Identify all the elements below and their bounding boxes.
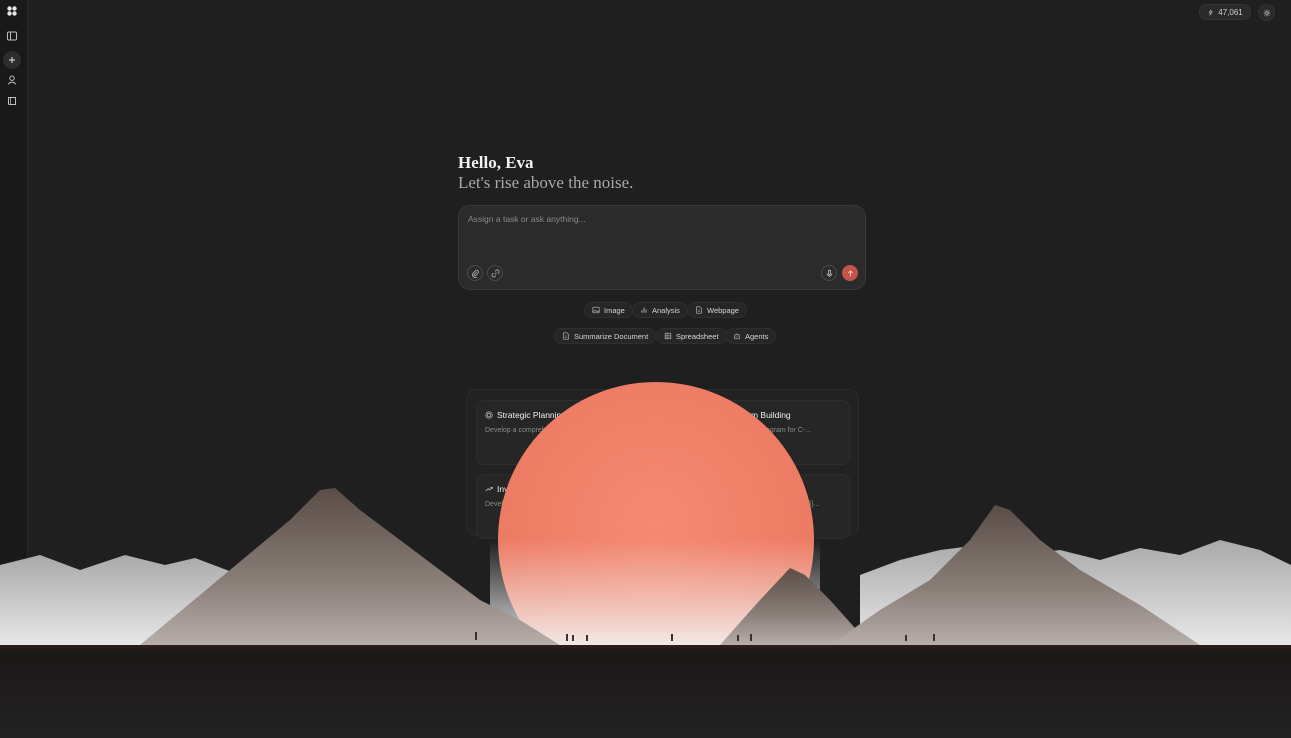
card-title: Digital Transformation — [693, 484, 776, 494]
chip-label: Image — [604, 305, 625, 315]
arrow-up-icon — [847, 269, 853, 276]
greeting-title: Hello, Eva — [458, 153, 534, 172]
right-peak — [830, 505, 1200, 645]
microphone-icon — [826, 269, 832, 277]
far-mountains-left — [0, 555, 320, 645]
greeting-tagline: Let's rise above the noise. — [458, 173, 634, 192]
card-title: Investment Strategy — [497, 484, 573, 494]
card-description: Digital transformation strategy {{compan… — [681, 501, 820, 508]
card-digital-transformation[interactable]: Digital Transformation Digital transform… — [672, 474, 850, 539]
card-description: Develop an investment strategy — [485, 501, 584, 508]
card-investment-strategy[interactable]: Investment Strategy Develop an investmen… — [476, 474, 654, 539]
chip-label: Summarize Document — [574, 331, 649, 341]
new-task-button[interactable] — [3, 51, 21, 69]
sun-haze — [490, 540, 820, 645]
send-button[interactable] — [842, 265, 858, 281]
suggestion-cards: Strategic Planning Develop a comprehensi… — [466, 389, 859, 539]
document-icon — [563, 332, 569, 340]
card-description: Develop a comprehensive five-year strate… — [485, 427, 639, 434]
card-title: Leadership Team Building — [693, 410, 791, 420]
task-composer — [458, 205, 866, 290]
chip-webpage[interactable]: Webpage — [687, 302, 747, 318]
chip-summarize-document[interactable]: Summarize Document — [554, 328, 657, 344]
chip-image[interactable]: Image — [584, 302, 633, 318]
spark-icon — [1208, 9, 1214, 15]
chip-label: Analysis — [652, 305, 680, 315]
card-title: Strategic Planning — [497, 410, 566, 420]
chip-agents[interactable]: Agents — [725, 328, 777, 344]
trend-up-icon — [485, 487, 493, 492]
microphone-button[interactable] — [821, 265, 837, 281]
paperclip-icon — [471, 269, 479, 278]
transform-icon — [681, 486, 689, 492]
tiny-figures — [475, 632, 935, 641]
sidebar — [0, 0, 28, 738]
grid-icon — [664, 332, 672, 340]
bar-chart-icon — [641, 307, 647, 313]
page-icon — [696, 306, 702, 314]
plus-icon — [9, 57, 15, 63]
card-description: Leadership development program for C-... — [681, 427, 811, 434]
link-icon — [491, 269, 499, 277]
chip-analysis[interactable]: Analysis — [632, 302, 688, 318]
task-input[interactable] — [468, 214, 848, 224]
agent-icon[interactable] — [4, 72, 20, 88]
far-mountains-right — [860, 540, 1291, 645]
robot-icon — [734, 333, 740, 340]
chip-spreadsheet[interactable]: Spreadsheet — [656, 328, 727, 344]
attach-button[interactable] — [467, 265, 483, 281]
chip-label: Spreadsheet — [676, 331, 719, 341]
card-leadership-team-building[interactable]: Leadership Team Building Leadership deve… — [672, 400, 850, 465]
book-icon[interactable] — [4, 93, 20, 109]
credits-badge[interactable]: 47,061 — [1199, 4, 1251, 20]
gear-icon — [1263, 9, 1270, 16]
target-icon — [485, 411, 493, 419]
panel-icon[interactable] — [4, 28, 20, 44]
chip-label: Agents — [745, 331, 769, 341]
ground — [0, 645, 1291, 738]
settings-button[interactable] — [1258, 4, 1275, 21]
card-strategic-planning[interactable]: Strategic Planning Develop a comprehensi… — [476, 400, 654, 465]
credits-value: 47,061 — [1218, 7, 1243, 17]
chip-label: Webpage — [707, 305, 739, 315]
link-button[interactable] — [487, 265, 503, 281]
users-icon — [681, 412, 687, 419]
center-peak — [720, 568, 870, 645]
app-logo-icon[interactable] — [4, 3, 20, 19]
image-icon — [592, 306, 600, 314]
